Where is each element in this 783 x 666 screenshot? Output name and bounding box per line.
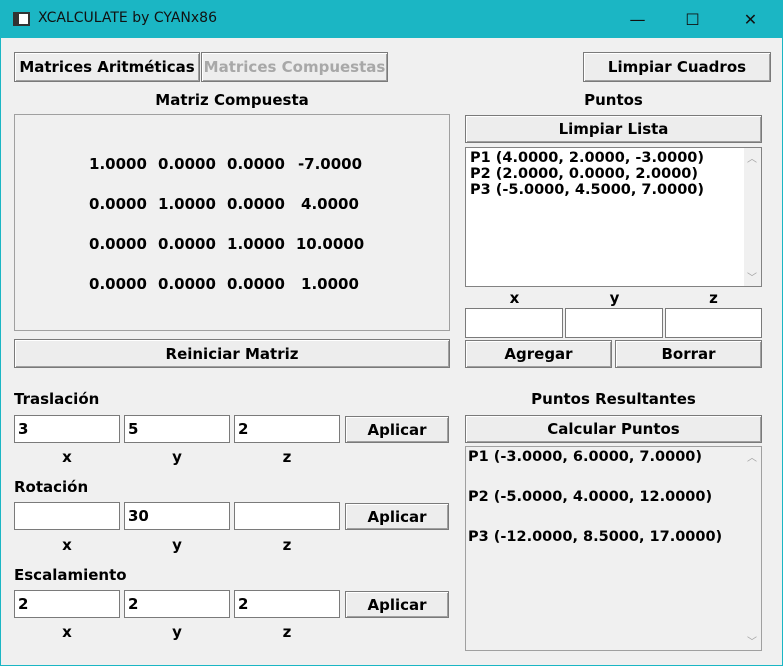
escalamiento-z-label: z (282, 623, 292, 641)
punto-z-label: z (709, 289, 718, 307)
reiniciar-matriz-button[interactable]: Reiniciar Matriz (14, 339, 450, 368)
punto-x-label: x (509, 289, 520, 307)
list-item[interactable]: P2 (-5.0000, 4.0000, 12.0000) (468, 489, 722, 529)
rotacion-z-input[interactable] (234, 502, 340, 530)
rotacion-y-label: y (172, 536, 182, 554)
matrix-cell: 1.0000 (89, 155, 147, 173)
traslacion-aplicar-button[interactable]: Aplicar (345, 416, 449, 443)
resultados-scrollbar[interactable]: ︿ ﹀ (744, 447, 761, 650)
matrix-cell: 4.0000 (301, 195, 359, 213)
matrix-cell: 0.0000 (227, 195, 285, 213)
window-title: XCALCULATE by CYANx86 (38, 10, 217, 26)
borrar-button[interactable]: Borrar (615, 340, 762, 368)
escalamiento-y-input[interactable]: 2 (124, 590, 230, 618)
matrix-cell: 0.0000 (89, 275, 147, 293)
matrix-cell: 10.0000 (295, 235, 365, 253)
scroll-down-icon[interactable]: ﹀ (747, 633, 757, 648)
traslacion-x-input[interactable]: 3 (14, 415, 120, 443)
minimize-icon[interactable]: — (615, 0, 660, 38)
escalamiento-z-input[interactable]: 2 (234, 590, 340, 618)
list-item[interactable]: P1 (4.0000, 2.0000, -3.0000) (470, 150, 704, 166)
rotacion-z-label: z (282, 536, 292, 554)
close-icon[interactable]: ✕ (728, 0, 773, 38)
puntos-resultantes-heading: Puntos Resultantes (531, 390, 696, 408)
scroll-up-icon[interactable]: ︿ (747, 150, 757, 165)
punto-z-input[interactable] (665, 308, 762, 338)
traslacion-z-label: z (282, 448, 292, 466)
limpiar-cuadros-button[interactable]: Limpiar Cuadros (583, 52, 771, 82)
matrix-cell: 0.0000 (227, 275, 285, 293)
traslacion-y-label: y (172, 448, 182, 466)
tab-matrices-aritmeticas[interactable]: Matrices Aritméticas (14, 52, 200, 82)
traslacion-x-label: x (62, 448, 72, 466)
punto-x-input[interactable] (465, 308, 563, 338)
matrix-cell: 1.0000 (158, 195, 216, 213)
limpiar-lista-button[interactable]: Limpiar Lista (465, 115, 762, 143)
app-icon (13, 12, 30, 26)
calcular-puntos-button[interactable]: Calcular Puntos (465, 415, 762, 443)
puntos-heading: Puntos (584, 91, 643, 109)
punto-y-label: y (609, 289, 620, 307)
punto-y-input[interactable] (565, 308, 663, 338)
escalamiento-aplicar-button[interactable]: Aplicar (345, 591, 449, 618)
matrix-cell: 1.0000 (301, 275, 359, 293)
escalamiento-label: Escalamiento (14, 566, 127, 584)
matrix-cell: 0.0000 (158, 235, 216, 253)
list-item[interactable]: P3 (-12.0000, 8.5000, 17.0000) (468, 529, 722, 569)
tab-matrices-compuestas: Matrices Compuestas (201, 52, 388, 82)
scroll-up-icon[interactable]: ︿ (747, 449, 757, 464)
agregar-button[interactable]: Agregar (465, 340, 612, 368)
maximize-icon[interactable]: ☐ (670, 0, 715, 38)
traslacion-z-input[interactable]: 2 (234, 415, 340, 443)
matrix-panel: 1.0000 0.0000 0.0000 -7.0000 0.0000 1.0000 0.0… (14, 114, 450, 331)
rotacion-y-input[interactable]: 30 (124, 502, 230, 530)
escalamiento-y-label: y (172, 623, 182, 641)
puntos-scrollbar[interactable]: ︿ ﹀ (744, 148, 761, 286)
resultados-list-items: P1 (-3.0000, 6.0000, 7.0000) P2 (-5.0000… (468, 449, 722, 569)
traslacion-y-input[interactable]: 5 (124, 415, 230, 443)
escalamiento-x-input[interactable]: 2 (14, 590, 120, 618)
puntos-list[interactable]: P1 (4.0000, 2.0000, -3.0000) P2 (2.0000,… (465, 147, 762, 287)
matrix-cell: 0.0000 (158, 155, 216, 173)
matrix-cell: 0.0000 (89, 235, 147, 253)
rotacion-x-label: x (62, 536, 72, 554)
matrix-cell: 0.0000 (158, 275, 216, 293)
matriz-compuesta-heading: Matriz Compuesta (155, 91, 309, 109)
list-item[interactable]: P1 (-3.0000, 6.0000, 7.0000) (468, 449, 722, 489)
rotacion-aplicar-button[interactable]: Aplicar (345, 503, 449, 530)
traslacion-label: Traslación (14, 390, 100, 408)
rotacion-x-input[interactable] (14, 502, 120, 530)
matrix-cell: -7.0000 (297, 155, 363, 173)
list-item[interactable]: P2 (2.0000, 0.0000, 2.0000) (470, 166, 704, 182)
scroll-down-icon[interactable]: ﹀ (747, 269, 757, 284)
rotacion-label: Rotación (14, 478, 89, 496)
escalamiento-x-label: x (62, 623, 72, 641)
matrix-cell: 0.0000 (227, 155, 285, 173)
matrix-cell: 1.0000 (227, 235, 285, 253)
resultados-list[interactable]: P1 (-3.0000, 6.0000, 7.0000) P2 (-5.0000… (465, 446, 762, 651)
puntos-list-items: P1 (4.0000, 2.0000, -3.0000) P2 (2.0000,… (470, 150, 704, 198)
matrix-cell: 0.0000 (89, 195, 147, 213)
list-item[interactable]: P3 (-5.0000, 4.5000, 7.0000) (470, 182, 704, 198)
